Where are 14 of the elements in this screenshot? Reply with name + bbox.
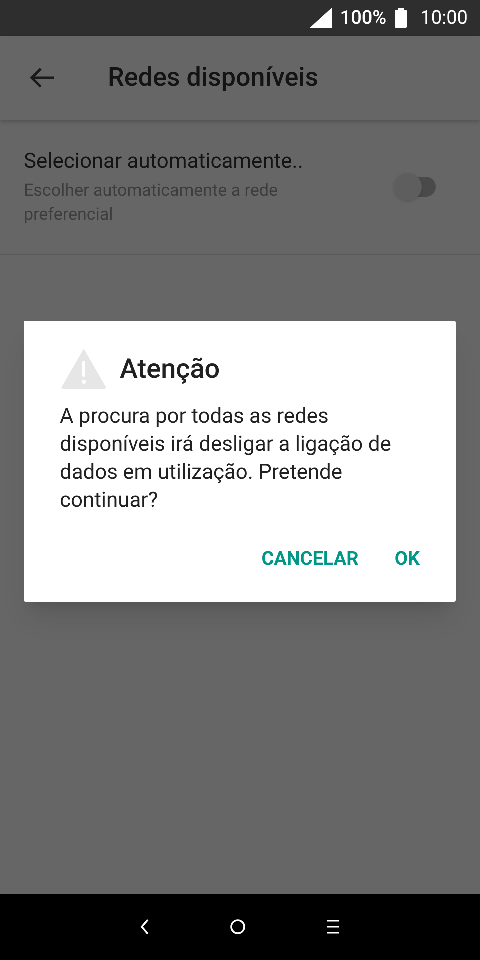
signal-icon [310, 8, 332, 28]
dialog-message: A procura por todas as redes disponíveis irá desligar a ligação de dados em utilização. Pretende continuar? [60, 404, 392, 515]
dialog-title: Atenção [120, 352, 220, 387]
warning-icon [60, 347, 108, 391]
clock: 10:00 [420, 4, 468, 31]
home-icon[interactable] [230, 919, 246, 935]
battery-percent: 100% [340, 4, 387, 31]
menu-icon[interactable] [326, 920, 340, 934]
dialog-button[interactable]: CANCELAR [250, 539, 371, 580]
screen-title: Redes disponíveis [108, 62, 319, 94]
setting-title: Selecionar automaticamente.. [24, 149, 304, 176]
back-icon[interactable] [140, 919, 150, 935]
battery-icon [394, 8, 407, 28]
dialog-button[interactable]: OK [382, 539, 432, 580]
